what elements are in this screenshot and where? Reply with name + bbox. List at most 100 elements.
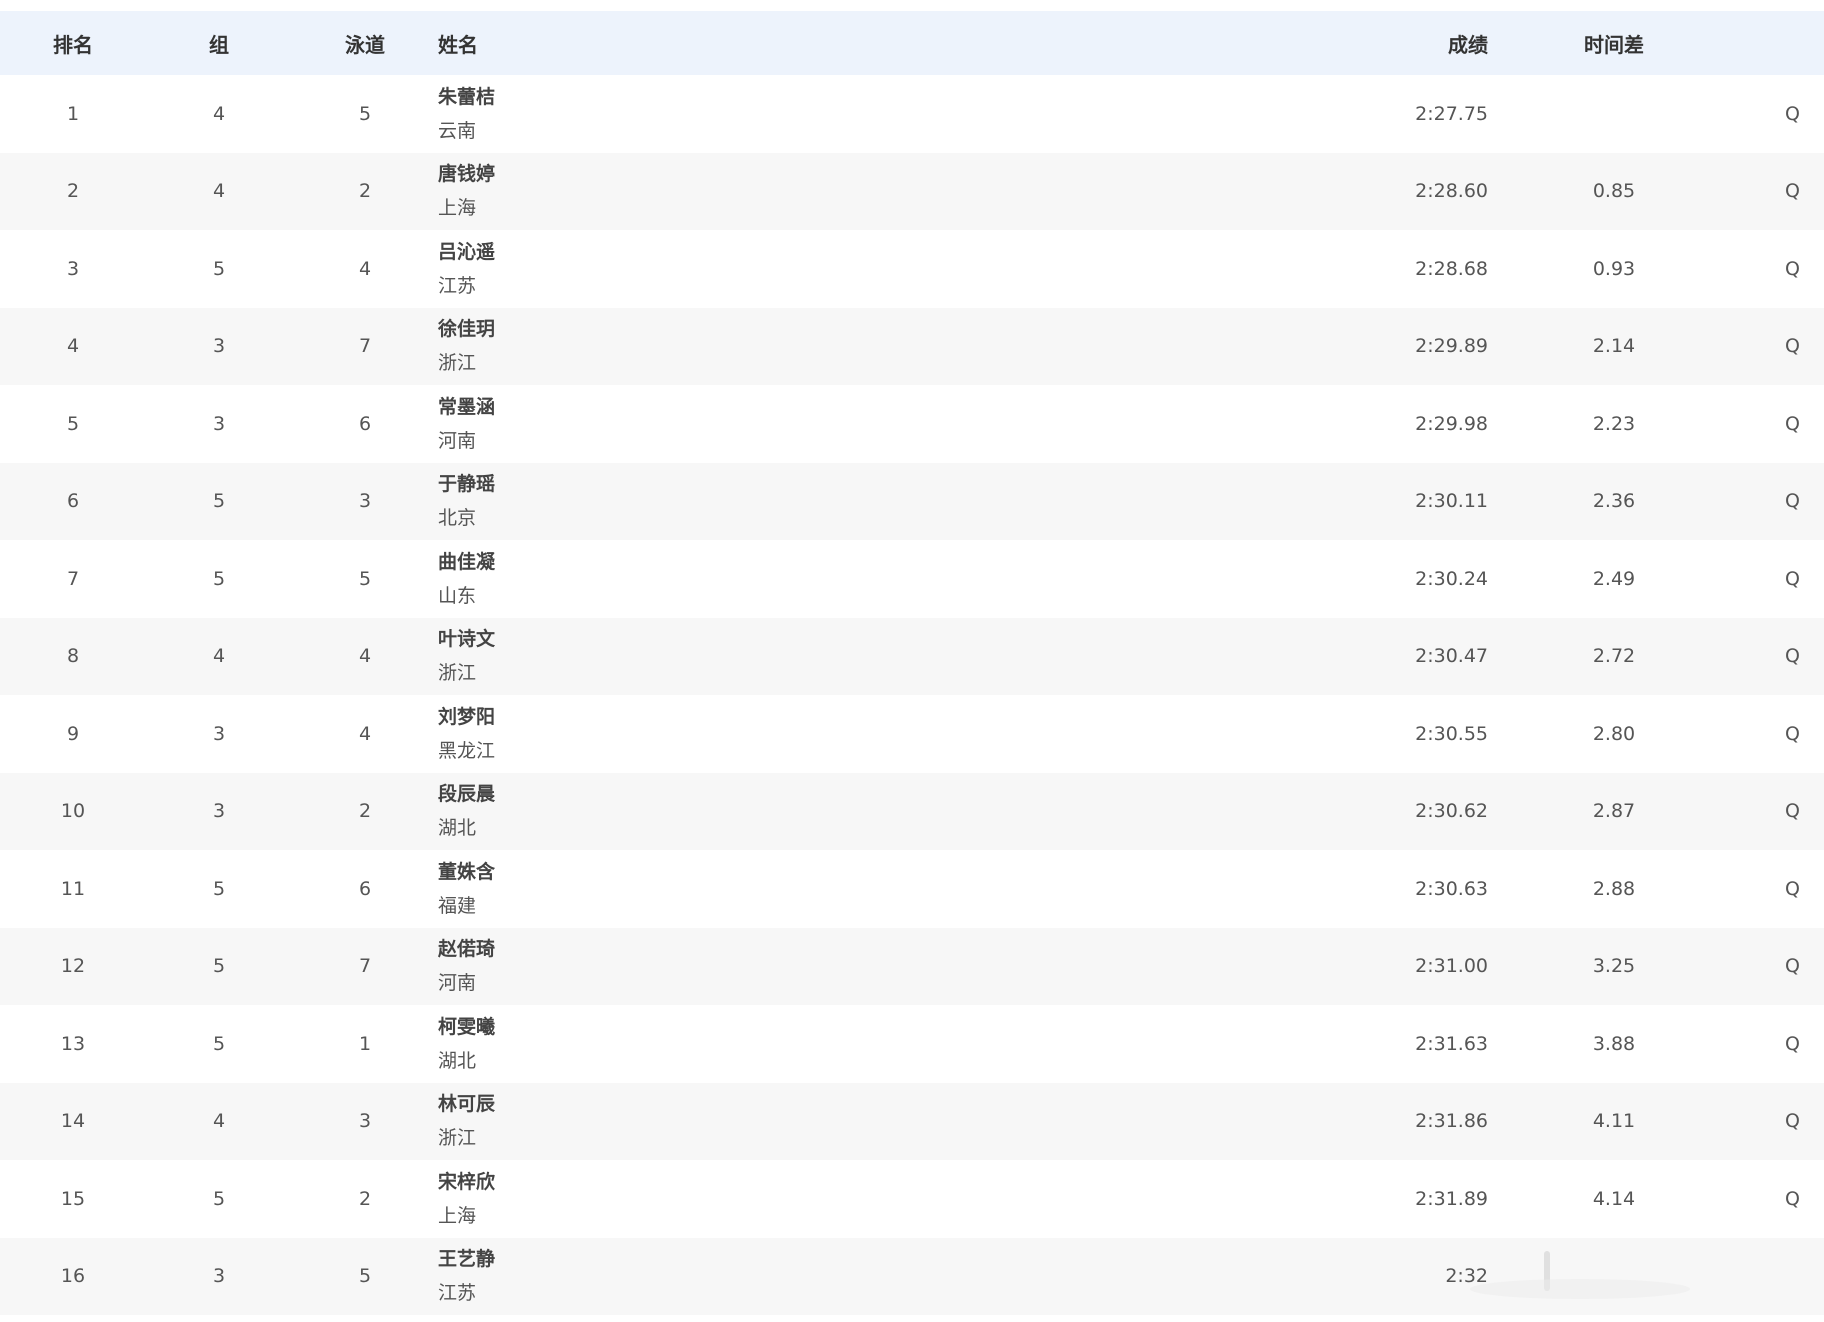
rank-cell: 11 — [60, 877, 86, 900]
header-rank[interactable]: 排名 — [33, 11, 113, 75]
result-cell: 2:28.60 — [1415, 180, 1488, 203]
athlete-name[interactable]: 柯雯曦 — [438, 1014, 495, 1040]
athlete-name[interactable]: 董姝含 — [438, 859, 495, 885]
athlete-cell: 徐佳玥 浙江 — [438, 308, 838, 386]
lane-cell: 4 — [358, 645, 372, 668]
result-cell: 2:31.00 — [1415, 955, 1488, 978]
athlete-team: 云南 — [438, 119, 477, 142]
rank-cell: 2 — [66, 180, 80, 203]
athlete-cell: 段辰晨 湖北 — [438, 773, 838, 851]
athlete-team: 江苏 — [438, 274, 477, 297]
athlete-info: 唐钱婷 上海 — [438, 161, 495, 221]
athlete-info: 董姝含 福建 — [438, 859, 495, 919]
athlete-info: 徐佳玥 浙江 — [438, 316, 495, 376]
athlete-info: 王艺静 江苏 — [438, 1246, 495, 1306]
athlete-cell: 吕沁遥 江苏 — [438, 230, 838, 308]
table-row[interactable]: 5 3 6 常墨涵 河南 2:29.98 2.23 Q — [0, 385, 1824, 463]
athlete-team: 黑龙江 — [438, 739, 496, 762]
table-row[interactable]: 8 4 4 叶诗文 浙江 2:30.47 2.72 Q — [0, 617, 1824, 695]
athlete-name[interactable]: 于静瑶 — [438, 471, 495, 497]
table-row[interactable]: 12 5 7 赵偌琦 河南 2:31.00 3.25 Q — [0, 927, 1824, 1005]
group-cell: 3 — [212, 412, 226, 435]
athlete-team: 江苏 — [438, 1282, 477, 1305]
athlete-name[interactable]: 王艺静 — [438, 1246, 495, 1272]
result-cell: 2:29.89 — [1415, 335, 1488, 358]
athlete-cell: 常墨涵 河南 — [438, 385, 838, 463]
athlete-name[interactable]: 宋梓欣 — [438, 1169, 495, 1195]
qualifier-cell — [1760, 1238, 1800, 1316]
lane-cell: 1 — [358, 1032, 372, 1055]
table-row[interactable]: 15 5 2 宋梓欣 上海 2:31.89 4.14 Q — [0, 1160, 1824, 1238]
result-cell: 2:31.63 — [1415, 1032, 1488, 1055]
lane-cell: 2 — [358, 180, 372, 203]
qualifier-cell: Q — [1785, 800, 1800, 823]
athlete-name[interactable]: 曲佳凝 — [438, 549, 495, 575]
athlete-name[interactable]: 段辰晨 — [438, 781, 495, 807]
athlete-name[interactable]: 叶诗文 — [438, 626, 495, 652]
table-row[interactable]: 9 3 4 刘梦阳 黑龙江 2:30.55 2.80 Q — [0, 695, 1824, 773]
athlete-name[interactable]: 朱蕾桔 — [438, 84, 495, 110]
athlete-team: 福建 — [438, 894, 477, 917]
table-row[interactable]: 6 5 3 于静瑶 北京 2:30.11 2.36 Q — [0, 462, 1824, 540]
group-cell: 4 — [212, 1110, 226, 1133]
athlete-name[interactable]: 吕沁遥 — [438, 239, 495, 265]
header-lane[interactable]: 泳道 — [325, 11, 405, 75]
athlete-team: 湖北 — [438, 1049, 477, 1072]
result-cell: 2:29.98 — [1415, 412, 1488, 435]
lane-cell: 5 — [358, 567, 372, 590]
table-row[interactable]: 10 3 2 段辰晨 湖北 2:30.62 2.87 Q — [0, 772, 1824, 851]
result-cell: 2:30.63 — [1415, 877, 1488, 900]
table-row[interactable]: 4 3 7 徐佳玥 浙江 2:29.89 2.14 Q — [0, 307, 1824, 386]
group-cell: 5 — [212, 490, 226, 513]
result-cell: 2:31.86 — [1415, 1110, 1488, 1133]
header-time-diff[interactable]: 时间差 — [1568, 11, 1660, 75]
athlete-team: 浙江 — [438, 352, 477, 375]
athlete-name[interactable]: 徐佳玥 — [438, 316, 495, 342]
time-diff-cell — [1568, 1238, 1660, 1316]
lane-cell: 2 — [358, 800, 372, 823]
athlete-cell: 王艺静 江苏 — [438, 1238, 838, 1316]
result-cell: 2:31.89 — [1415, 1187, 1488, 1210]
athlete-name[interactable]: 常墨涵 — [438, 394, 495, 420]
athlete-info: 叶诗文 浙江 — [438, 626, 495, 686]
qualifier-cell: Q — [1785, 722, 1800, 745]
header-group[interactable]: 组 — [179, 11, 259, 75]
athlete-name[interactable]: 林可辰 — [438, 1091, 495, 1117]
athlete-name[interactable]: 赵偌琦 — [438, 936, 495, 962]
athlete-team: 河南 — [438, 972, 477, 995]
time-diff-cell: 0.93 — [1592, 257, 1636, 280]
result-cell: 2:28.68 — [1415, 257, 1488, 280]
header-name[interactable]: 姓名 — [438, 11, 838, 75]
table-row[interactable]: 3 5 4 吕沁遥 江苏 2:28.68 0.93 Q — [0, 230, 1824, 308]
qualifier-cell: Q — [1785, 877, 1800, 900]
group-cell: 3 — [212, 1265, 226, 1288]
qualifier-cell: Q — [1785, 257, 1800, 280]
athlete-team: 上海 — [438, 1204, 477, 1227]
athlete-team: 浙江 — [438, 662, 477, 685]
athlete-name[interactable]: 刘梦阳 — [438, 704, 495, 730]
table-header: 排名 组 泳道 姓名 成绩 时间差 — [0, 11, 1824, 75]
table-row[interactable]: 16 3 5 王艺静 江苏 2:32 — [0, 1237, 1824, 1316]
athlete-team: 上海 — [438, 197, 477, 220]
table-row[interactable]: 13 5 1 柯雯曦 湖北 2:31.63 3.88 Q — [0, 1005, 1824, 1083]
table-row[interactable]: 1 4 5 朱蕾桔 云南 2:27.75 Q — [0, 75, 1824, 153]
result-cell: 2:30.62 — [1415, 800, 1488, 823]
group-cell: 5 — [212, 257, 226, 280]
athlete-team: 山东 — [438, 584, 477, 607]
athlete-info: 林可辰 浙江 — [438, 1091, 495, 1151]
athlete-info: 宋梓欣 上海 — [438, 1169, 495, 1229]
athlete-info: 常墨涵 河南 — [438, 394, 495, 454]
athlete-cell: 刘梦阳 黑龙江 — [438, 695, 838, 773]
header-result[interactable]: 成绩 — [1288, 11, 1488, 75]
rank-cell: 13 — [60, 1032, 86, 1055]
athlete-name[interactable]: 唐钱婷 — [438, 161, 495, 187]
table-row[interactable]: 2 4 2 唐钱婷 上海 2:28.60 0.85 Q — [0, 152, 1824, 230]
athlete-cell: 曲佳凝 山东 — [438, 540, 838, 618]
group-cell: 5 — [212, 1187, 226, 1210]
table-row[interactable]: 7 5 5 曲佳凝 山东 2:30.24 2.49 Q — [0, 540, 1824, 618]
time-diff-cell: 0.85 — [1592, 180, 1636, 203]
rank-cell: 9 — [66, 722, 80, 745]
qualifier-cell: Q — [1785, 1032, 1800, 1055]
table-row[interactable]: 14 4 3 林可辰 浙江 2:31.86 4.11 Q — [0, 1082, 1824, 1160]
table-row[interactable]: 11 5 6 董姝含 福建 2:30.63 2.88 Q — [0, 850, 1824, 928]
